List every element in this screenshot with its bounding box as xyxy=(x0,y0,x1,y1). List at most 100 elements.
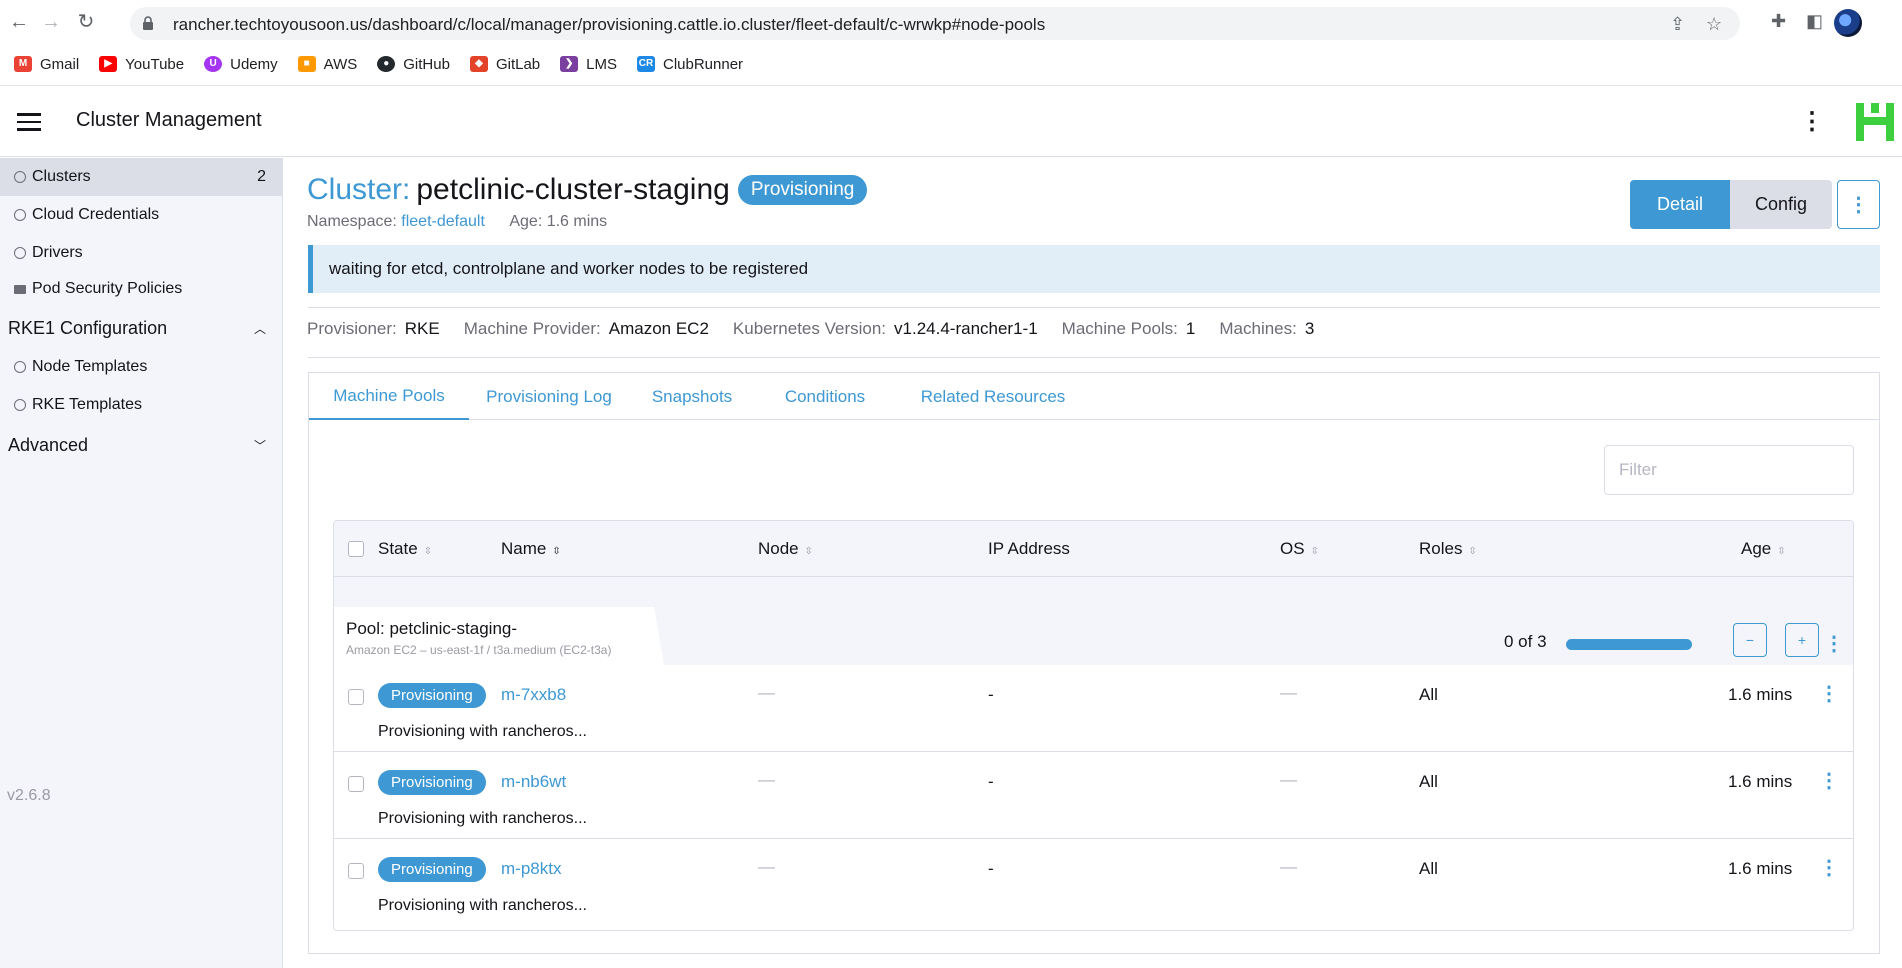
divider xyxy=(308,357,1880,358)
bookmark-aws[interactable]: ■ AWS xyxy=(297,54,357,74)
namespace-link[interactable]: fleet-default xyxy=(401,213,485,230)
reload-icon[interactable]: ↻ xyxy=(75,11,97,33)
config-button[interactable]: Config xyxy=(1730,180,1832,229)
lock-icon xyxy=(143,16,153,30)
browser-chrome: ← → ↻ rancher.techtoyousoon.us/dashboard… xyxy=(0,0,1902,86)
row-checkbox[interactable] xyxy=(348,776,364,792)
sidebar-item-label: RKE Templates xyxy=(32,396,142,413)
detail-button[interactable]: Detail xyxy=(1630,180,1730,229)
scale-up-button[interactable]: + xyxy=(1785,623,1819,657)
bookmark-youtube[interactable]: ▶ YouTube xyxy=(99,54,184,74)
column-state[interactable]: State ⇳ xyxy=(378,539,432,559)
tabs-panel: Machine Pools Provisioning Log Snapshots… xyxy=(308,372,1880,954)
machine-name-link[interactable]: m-nb6wt xyxy=(501,772,566,792)
os-value: — xyxy=(1280,857,1297,876)
version-label: v2.6.8 xyxy=(7,787,51,804)
bookmark-gitlab[interactable]: ◆ GitLab xyxy=(469,54,540,74)
side-panel-icon[interactable]: ◧ xyxy=(1806,11,1823,32)
sort-desc-icon: ⇳ xyxy=(552,546,561,557)
os-value: — xyxy=(1280,770,1297,789)
rancher-logo[interactable] xyxy=(1852,99,1898,145)
pool-group-row: Pool: petclinic-staging- Amazon EC2 – us… xyxy=(334,577,1853,665)
kubernetes-version-value: v1.24.4-rancher1-1 xyxy=(894,319,1038,338)
row-kebab-icon[interactable]: ⋮ xyxy=(1819,681,1839,706)
title-prefix: Cluster: xyxy=(307,173,411,206)
column-label: Name xyxy=(501,539,547,558)
menu-icon[interactable] xyxy=(17,113,41,131)
ip-value: - xyxy=(988,772,994,791)
pool-kebab-icon[interactable]: ⋮ xyxy=(1824,631,1844,656)
ip-value: - xyxy=(988,685,994,704)
sidebar-item-drivers[interactable]: Drivers xyxy=(0,234,282,272)
sidebar-group-rke1-configuration[interactable]: RKE1 Configuration ︿ xyxy=(0,311,282,345)
column-ip-address: IP Address xyxy=(988,539,1070,559)
sidebar-item-rke-templates[interactable]: RKE Templates xyxy=(0,386,282,424)
column-roles[interactable]: Roles ⇳ xyxy=(1419,539,1477,559)
star-icon[interactable]: ☆ xyxy=(1706,14,1722,35)
sidebar-item-pod-security-policies[interactable]: Pod Security Policies xyxy=(0,270,282,308)
tab-related-resources[interactable]: Related Resources xyxy=(895,373,1091,420)
tab-conditions[interactable]: Conditions xyxy=(755,373,895,420)
info-banner: waiting for etcd, controlplane and worke… xyxy=(308,245,1880,293)
back-icon[interactable]: ← xyxy=(8,11,30,33)
app-header: Cluster Management ⋮ xyxy=(0,87,1902,157)
age-value: 1.6 mins xyxy=(1728,685,1793,704)
sidebar-item-clusters[interactable]: Clusters 2 xyxy=(0,158,282,196)
scale-down-button[interactable]: − xyxy=(1733,623,1767,657)
provisioner-value: RKE xyxy=(404,319,440,338)
sort-icon: ⇳ xyxy=(423,546,433,557)
globe-icon xyxy=(14,171,26,183)
row-message: Provisioning with rancheros... xyxy=(378,897,587,914)
tab-machine-pools[interactable]: Machine Pools xyxy=(309,373,469,420)
filter-input[interactable]: Filter xyxy=(1604,445,1854,495)
column-os[interactable]: OS ⇳ xyxy=(1280,539,1319,559)
chevron-up-icon: ︿ xyxy=(253,321,266,336)
actions-menu-button[interactable]: ⋮ xyxy=(1837,180,1880,229)
tab-provisioning-log[interactable]: Provisioning Log xyxy=(469,373,629,420)
profile-avatar[interactable] xyxy=(1834,9,1862,37)
state-badge: Provisioning xyxy=(378,770,486,795)
url-text[interactable]: rancher.techtoyousoon.us/dashboard/c/loc… xyxy=(173,15,1045,35)
column-node[interactable]: Node ⇳ xyxy=(758,539,813,559)
row-checkbox[interactable] xyxy=(348,689,364,705)
bookmark-label: GitHub xyxy=(403,55,450,73)
gitlab-icon: ◆ xyxy=(469,56,488,72)
roles-value: All xyxy=(1419,772,1438,791)
row-kebab-icon[interactable]: ⋮ xyxy=(1819,768,1839,793)
share-icon[interactable]: ⇪ xyxy=(1670,14,1685,35)
table-row: Provisioning m-nb6wt — - — All 1.6 mins … xyxy=(334,752,1853,839)
node-value: — xyxy=(758,770,775,789)
sidebar: Clusters 2 Cloud Credentials Drivers Pod… xyxy=(0,158,283,968)
machine-name-link[interactable]: m-7xxb8 xyxy=(501,685,566,705)
sidebar-item-node-templates[interactable]: Node Templates xyxy=(0,348,282,386)
bookmark-github[interactable]: ● GitHub xyxy=(377,54,450,74)
row-checkbox[interactable] xyxy=(348,863,364,879)
row-message: Provisioning with rancheros... xyxy=(378,723,587,740)
extensions-icon[interactable]: ✚ xyxy=(1771,11,1786,32)
column-label: Age xyxy=(1741,539,1772,558)
sort-icon: ⇳ xyxy=(1468,546,1477,557)
bookmark-clubrunner[interactable]: CR ClubRunner xyxy=(637,54,743,74)
sidebar-group-advanced[interactable]: Advanced ﹀ xyxy=(0,428,282,462)
column-age[interactable]: Age ⇳ xyxy=(1741,539,1786,559)
address-bar[interactable]: rancher.techtoyousoon.us/dashboard/c/loc… xyxy=(130,7,1740,40)
age-value: 1.6 mins xyxy=(1728,859,1793,878)
globe-icon xyxy=(14,247,26,259)
row-kebab-icon[interactable]: ⋮ xyxy=(1819,855,1839,880)
bookmark-udemy[interactable]: U Udemy xyxy=(204,54,278,74)
machine-name-link[interactable]: m-p8ktx xyxy=(501,859,561,879)
age-value: 1.6 mins xyxy=(1728,772,1793,791)
sidebar-item-cloud-credentials[interactable]: Cloud Credentials xyxy=(0,196,282,234)
machines-value: 3 xyxy=(1304,319,1315,338)
sidebar-item-label: Node Templates xyxy=(32,358,148,375)
column-name[interactable]: Name ⇳ xyxy=(501,539,561,559)
bookmark-lms[interactable]: ❯ LMS xyxy=(560,54,617,74)
column-label: Roles xyxy=(1419,539,1463,558)
tab-snapshots[interactable]: Snapshots xyxy=(629,373,755,420)
select-all-checkbox[interactable] xyxy=(348,541,364,557)
bookmark-gmail[interactable]: M Gmail xyxy=(14,54,79,74)
pool-count: 0 of 3 xyxy=(1504,632,1547,651)
row-message: Provisioning with rancheros... xyxy=(378,810,587,827)
forward-icon[interactable]: → xyxy=(40,11,62,33)
kebab-menu-icon[interactable]: ⋮ xyxy=(1800,107,1824,136)
